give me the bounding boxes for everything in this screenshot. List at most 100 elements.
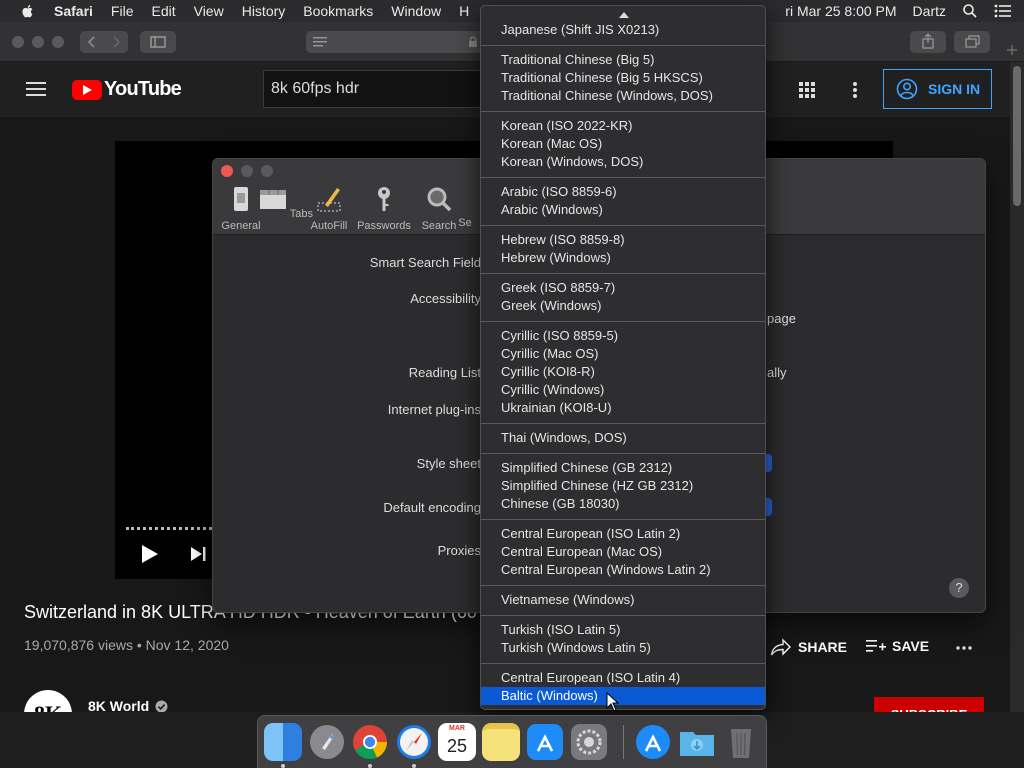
youtube-logo-icon[interactable] — [72, 80, 102, 100]
encoding-menu-item[interactable]: Korean (ISO 2022-KR) — [481, 117, 765, 135]
encoding-menu-item[interactable]: Hebrew (Windows) — [481, 249, 765, 267]
encoding-menu-item[interactable]: Arabic (Windows) — [481, 201, 765, 219]
launchpad-icon[interactable] — [308, 723, 346, 761]
encoding-menu-item[interactable]: Traditional Chinese (Big 5 HKSCS) — [481, 69, 765, 87]
encoding-menu-item[interactable]: Cyrillic (ISO 8859-5) — [481, 327, 765, 345]
tab-passwords[interactable]: Passwords — [354, 185, 414, 232]
share-button[interactable]: SHARE — [770, 638, 847, 656]
youtube-wordmark[interactable]: YouTube — [104, 78, 182, 101]
finder-icon[interactable] — [264, 723, 302, 761]
youtube-search-input[interactable]: 8k 60fps hdr — [263, 70, 483, 108]
subscribe-button[interactable]: SUBSCRIBE — [874, 697, 984, 712]
encoding-menu-item[interactable]: Hebrew (ISO 8859-8) — [481, 231, 765, 249]
tab-security[interactable]: Se — [445, 185, 485, 229]
window-minimize-button[interactable] — [32, 36, 44, 48]
save-button[interactable]: SAVE — [866, 638, 929, 654]
back-icon[interactable] — [80, 31, 104, 53]
system-preferences-icon[interactable] — [570, 723, 608, 761]
hamburger-menu-icon[interactable] — [26, 82, 46, 96]
encoding-menu-item[interactable]: Turkish (ISO Latin 5) — [481, 621, 765, 639]
verified-check-icon — [155, 700, 168, 712]
calendar-icon[interactable]: MAR 25 — [438, 723, 476, 761]
encoding-menu-item[interactable]: Greek (ISO 8859-7) — [481, 279, 765, 297]
more-horiz-icon[interactable] — [956, 646, 972, 650]
encoding-menu-item[interactable]: Korean (Windows, DOS) — [481, 153, 765, 171]
next-video-icon[interactable] — [190, 546, 206, 562]
encoding-menu-item[interactable]: Central European (ISO Latin 4) — [481, 669, 765, 687]
forward-icon[interactable] — [104, 31, 128, 53]
chrome-icon[interactable] — [351, 723, 389, 761]
new-tab-icon[interactable] — [1006, 44, 1018, 56]
app-store-icon[interactable] — [526, 723, 564, 761]
proxies-label: Proxies — [437, 543, 481, 558]
menu-bookmarks[interactable]: Bookmarks — [303, 3, 373, 19]
menu-file[interactable]: File — [111, 3, 134, 19]
encoding-menu-item[interactable]: Arabic (ISO 8859-6) — [481, 183, 765, 201]
trash-icon[interactable] — [722, 723, 760, 761]
encoding-menu-item[interactable]: Cyrillic (KOI8-R) — [481, 363, 765, 381]
encoding-menu-item[interactable]: Thai (Windows, DOS) — [481, 429, 765, 447]
spotlight-icon[interactable] — [962, 3, 978, 19]
encoding-menu-item[interactable]: Traditional Chinese (Big 5) — [481, 51, 765, 69]
encoding-menu-item[interactable]: Japanese (Shift JIS X0213) — [481, 21, 765, 39]
app-store-download-icon[interactable] — [634, 723, 672, 761]
encoding-menu-item[interactable]: Central European (ISO Latin 2) — [481, 525, 765, 543]
address-bar[interactable] — [306, 31, 486, 53]
play-icon[interactable] — [142, 545, 158, 563]
channel-name[interactable]: 8K World — [88, 698, 149, 712]
encoding-menu-item[interactable]: Chinese (GB 18030) — [481, 495, 765, 513]
menu-clock[interactable]: ri Mar 25 8:00 PM — [785, 3, 896, 19]
menu-edit[interactable]: Edit — [151, 3, 175, 19]
tab-overview-button[interactable] — [954, 31, 990, 53]
window-close-button[interactable] — [12, 36, 24, 48]
downloads-folder-icon[interactable] — [678, 723, 716, 761]
menu-help[interactable]: H — [459, 3, 469, 19]
sidebar-icon — [150, 36, 166, 48]
menu-user[interactable]: Dartz — [913, 3, 946, 19]
more-vert-icon[interactable] — [852, 81, 858, 99]
lock-icon — [469, 36, 477, 47]
notes-icon[interactable] — [482, 723, 520, 761]
menu-app-name[interactable]: Safari — [54, 3, 93, 19]
sign-in-button[interactable]: SIGN IN — [883, 69, 992, 109]
prefs-close-button[interactable] — [221, 165, 233, 177]
reader-icon[interactable] — [312, 36, 328, 48]
help-button[interactable]: ? — [949, 578, 969, 598]
safari-icon[interactable] — [395, 723, 433, 761]
notification-center-icon[interactable] — [994, 4, 1012, 18]
apple-menu-icon[interactable] — [20, 3, 36, 19]
tab-autofill[interactable]: AutoFill — [299, 185, 359, 232]
page-scrollbar[interactable] — [1010, 62, 1024, 712]
share-icon — [922, 33, 934, 49]
encoding-menu-item[interactable]: Traditional Chinese (Windows, DOS) — [481, 87, 765, 105]
encoding-menu-item[interactable]: Vietnamese (Windows) — [481, 591, 765, 609]
window-zoom-button[interactable] — [52, 36, 64, 48]
prefs-minimize-button[interactable] — [241, 165, 253, 177]
back-forward-buttons[interactable] — [80, 31, 128, 53]
encoding-menu-item[interactable]: Turkish (Windows Latin 5) — [481, 639, 765, 657]
prefs-zoom-button[interactable] — [261, 165, 273, 177]
scroll-up-arrow-icon[interactable] — [619, 12, 629, 18]
encoding-menu-item[interactable]: Cyrillic (Mac OS) — [481, 345, 765, 363]
encoding-menu-item[interactable]: Cyrillic (Windows) — [481, 381, 765, 399]
encoding-menu-item[interactable]: Simplified Chinese (HZ GB 2312) — [481, 477, 765, 495]
general-switch-icon — [234, 187, 248, 211]
share-toolbar-button[interactable] — [910, 31, 946, 53]
apps-grid-icon[interactable] — [799, 82, 815, 98]
menu-separator — [481, 615, 765, 616]
encoding-menu-item[interactable]: Simplified Chinese (GB 2312) — [481, 459, 765, 477]
scrollbar-thumb[interactable] — [1013, 66, 1021, 206]
encoding-menu-item[interactable]: Central European (Windows Latin 2) — [481, 561, 765, 579]
encoding-menu-item[interactable]: Baltic (Windows) — [481, 687, 765, 705]
encoding-menu-item[interactable]: Greek (Windows) — [481, 297, 765, 315]
menu-history[interactable]: History — [242, 3, 286, 19]
video-progress-bar[interactable] — [126, 527, 212, 530]
encoding-menu-item[interactable]: Korean (Mac OS) — [481, 135, 765, 153]
sidebar-toggle-button[interactable] — [140, 31, 176, 53]
encoding-menu-item[interactable]: Ukrainian (KOI8-U) — [481, 399, 765, 417]
menu-view[interactable]: View — [194, 3, 224, 19]
channel-name-row[interactable]: 8K World — [88, 698, 168, 712]
channel-avatar[interactable]: 8K — [24, 690, 72, 712]
menu-window[interactable]: Window — [391, 3, 441, 19]
encoding-menu-item[interactable]: Central European (Mac OS) — [481, 543, 765, 561]
